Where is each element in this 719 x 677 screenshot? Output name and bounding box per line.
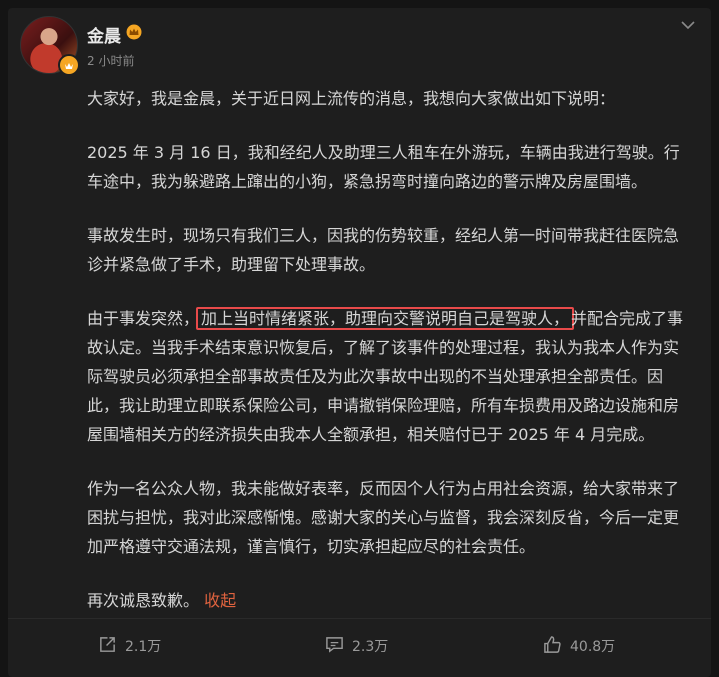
action-bar: 2.1万 2.3万 40.8万 [8,626,711,666]
paragraph-responsibility: 由于事发突然， 加上当时情绪紧张，助理向交警说明自己是驾驶人， 并配合完成了事故认定… [87,304,687,449]
divider [8,618,711,619]
paragraph-apology: 作为一名公众人物，我未能做好表率，反而因个人行为占用社会资源，给大家带来了困扰与… [87,479,680,556]
author-name-row: 金晨 [87,22,142,47]
comment-icon [325,635,344,658]
paragraph-text: 由于事发突然， [87,309,200,328]
share-button[interactable]: 2.1万 [98,626,161,666]
paragraph-closing: 再次诚恳致歉。 收起 [87,586,687,615]
comment-button[interactable]: 2.3万 [325,626,388,666]
post-time[interactable]: 2 小时前 [87,52,134,69]
paragraph-accident: 2025 年 3 月 16 日，我和经纪人及助理三人租车在外游玩，车辆由我进行驾… [87,143,680,191]
post-body: 大家好，我是金晨，关于近日网上流传的消息，我想向大家做出如下说明： 2025 年… [87,84,687,640]
crown-icon [126,24,142,45]
thumbs-up-icon [543,635,562,658]
author-name[interactable]: 金晨 [87,22,121,47]
closing-text: 再次诚恳致歉。 [87,591,200,610]
share-count: 2.1万 [125,639,162,655]
like-button[interactable]: 40.8万 [543,626,615,666]
like-count: 40.8万 [570,639,616,655]
share-icon [98,635,117,658]
comment-count: 2.3万 [352,639,389,655]
paragraph-hospital: 事故发生时，现场只有我们三人，因我的伤势较重，经纪人第一时间带我赶往医院急诊并紧… [87,226,680,274]
verified-badge-icon [58,54,80,76]
collapse-link[interactable]: 收起 [204,591,236,610]
chevron-down-icon[interactable] [679,16,697,34]
highlighted-sentence: 加上当时情绪紧张，助理向交警说明自己是驾驶人， [196,307,575,330]
paragraph-intro: 大家好，我是金晨，关于近日网上流传的消息，我想向大家做出如下说明： [87,89,616,108]
author-avatar[interactable] [20,16,80,76]
